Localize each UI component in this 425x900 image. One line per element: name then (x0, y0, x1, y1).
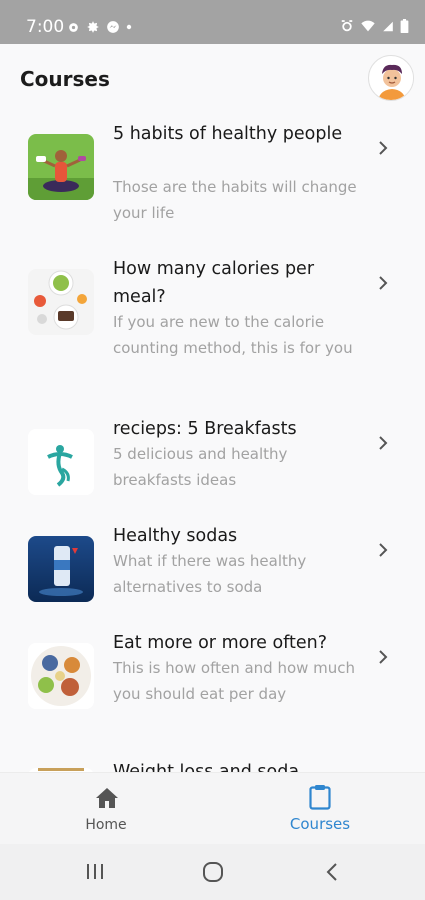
user-avatar-icon[interactable] (368, 55, 414, 101)
course-title: recieps: 5 Breakfasts (113, 419, 297, 439)
nav-home[interactable]: Home (60, 773, 152, 845)
chevron-right-icon (379, 276, 388, 290)
alarm-icon (341, 20, 353, 32)
course-title: How many calories per meal? (113, 259, 315, 307)
settings-icon (69, 22, 78, 32)
status-right-icons (340, 19, 409, 33)
course-description: Those are the habits will change your li… (113, 178, 357, 222)
dot-icon (126, 24, 132, 30)
status-bar: 7:00 (0, 0, 425, 44)
chevron-right-icon (379, 141, 388, 155)
messenger-icon (107, 21, 119, 33)
bottom-nav: Home Courses (0, 772, 425, 844)
signal-icon (383, 21, 393, 31)
meal-plates-thumbnail (28, 269, 94, 335)
course-item[interactable]: How many calories per meal? If you are n… (0, 249, 425, 409)
wifi-icon (361, 20, 375, 32)
system-nav (0, 844, 425, 900)
course-title: 5 habits of healthy people (113, 124, 343, 144)
course-item[interactable]: Weight loss and soda (0, 758, 425, 772)
back-icon[interactable] (325, 862, 339, 882)
chevron-right-icon (379, 650, 388, 664)
chevron-right-icon (379, 436, 388, 450)
course-item[interactable]: Healthy sodas What if there was healthy … (0, 516, 425, 623)
home-circle-icon[interactable] (202, 861, 224, 883)
page-title: Courses (20, 67, 110, 91)
course-title: Weight loss and soda (113, 762, 300, 772)
home-icon (96, 788, 118, 808)
course-item[interactable]: Eat more or more often? This is how ofte… (0, 623, 425, 758)
status-left-icons (67, 20, 132, 34)
yoga-woman-thumbnail (28, 134, 94, 200)
course-description: 5 delicious and healthy breakfasts ideas (113, 445, 288, 489)
clipboard-icon (309, 785, 331, 810)
nav-courses-label: Courses (289, 815, 351, 833)
course-item[interactable]: 5 habits of healthy people Those are the… (0, 114, 425, 249)
recent-apps-icon[interactable] (86, 863, 104, 880)
header: Courses (0, 44, 425, 114)
course-description: This is how often and how much you shoul… (113, 659, 356, 703)
soda-can-thumbnail (28, 536, 94, 602)
dancer-logo-thumbnail (28, 429, 94, 495)
chevron-right-icon (379, 543, 388, 557)
nav-courses[interactable]: Courses (275, 773, 365, 845)
course-item[interactable]: recieps: 5 Breakfasts 5 delicious and he… (0, 409, 425, 516)
nav-home-label: Home (85, 817, 127, 833)
gear-icon (87, 21, 99, 33)
course-description: What if there was healthy alternatives t… (113, 552, 307, 596)
course-title: Healthy sodas (113, 526, 238, 546)
status-time: 7:00 (26, 17, 65, 37)
course-title: Eat more or more often? (113, 633, 328, 653)
course-description: If you are new to the calorie counting m… (113, 313, 353, 357)
food-platter-thumbnail (28, 643, 94, 709)
course-list[interactable]: 5 habits of healthy people Those are the… (0, 114, 425, 772)
battery-icon (400, 19, 409, 33)
